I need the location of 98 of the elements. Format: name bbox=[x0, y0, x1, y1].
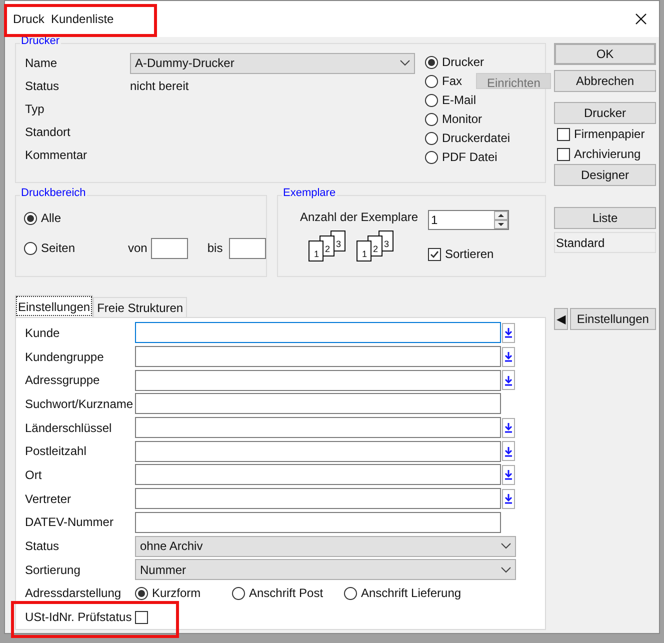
download-arrow-icon bbox=[504, 374, 513, 386]
field-label: Ort bbox=[25, 466, 43, 484]
download-arrow-icon bbox=[504, 422, 513, 434]
radio-label: Seiten bbox=[41, 240, 76, 257]
radio-button[interactable] bbox=[24, 212, 37, 224]
printer-button[interactable]: Drucker bbox=[554, 102, 656, 124]
tab[interactable]: Freie Strukturen bbox=[93, 297, 188, 317]
text-field[interactable] bbox=[135, 322, 501, 344]
tab[interactable]: Einstellungen bbox=[15, 295, 94, 317]
ok-button[interactable]: OK bbox=[554, 43, 656, 65]
lookup-button[interactable] bbox=[502, 322, 515, 343]
checkbox-label: Firmenpapier bbox=[574, 126, 645, 143]
radio-button[interactable] bbox=[425, 112, 438, 126]
field-label: Vertreter bbox=[25, 490, 72, 508]
text-field[interactable] bbox=[135, 346, 501, 368]
radio-label: Anschrift Lieferung bbox=[361, 585, 462, 602]
radio-button[interactable] bbox=[425, 150, 438, 164]
radio-button[interactable] bbox=[425, 56, 438, 68]
list-button[interactable]: Liste bbox=[554, 207, 656, 229]
chevron-down-icon bbox=[501, 543, 511, 550]
from-field[interactable] bbox=[151, 238, 188, 258]
field-label: Status bbox=[25, 538, 60, 556]
to-field[interactable] bbox=[228, 238, 266, 258]
chevron-down-icon bbox=[501, 566, 511, 573]
field-label: USt-IdNr. Prüfstatus bbox=[25, 609, 133, 626]
radio-button[interactable] bbox=[24, 242, 37, 254]
field-label: Name bbox=[25, 55, 58, 72]
lookup-button[interactable] bbox=[502, 488, 515, 509]
field-label: Länderschlüssel bbox=[25, 420, 113, 437]
checkbox[interactable] bbox=[428, 248, 441, 260]
text-field[interactable] bbox=[135, 488, 501, 510]
lookup-button[interactable] bbox=[502, 464, 515, 485]
download-arrow-icon bbox=[504, 327, 513, 338]
field-label: Kundengruppe bbox=[25, 348, 105, 366]
download-arrow-icon bbox=[504, 493, 513, 504]
copies-label: Anzahl der Exemplare bbox=[300, 209, 420, 226]
text-field[interactable] bbox=[135, 370, 501, 391]
radio-label: Alle bbox=[41, 210, 62, 227]
field-label: DATEV-Nummer bbox=[25, 514, 114, 532]
window-title: Druck Kundenliste bbox=[13, 11, 114, 28]
text-field[interactable] bbox=[135, 440, 501, 462]
to-label: bis bbox=[207, 240, 223, 257]
checkbox-label: Archivierung bbox=[574, 146, 641, 163]
lookup-button[interactable] bbox=[502, 346, 515, 367]
group-legend: Druckbereich bbox=[20, 188, 87, 199]
group-legend: Drucker bbox=[20, 36, 61, 47]
radio-button[interactable] bbox=[344, 586, 357, 600]
close-icon[interactable] bbox=[635, 13, 647, 25]
radio-label: PDF Datei bbox=[442, 149, 498, 166]
lookup-button[interactable] bbox=[502, 418, 515, 438]
field-label: Sortierung bbox=[25, 562, 82, 579]
radio-label: Druckerdatei bbox=[442, 130, 510, 147]
settings-button[interactable]: Einstellungen bbox=[570, 308, 656, 330]
field-label: Status bbox=[25, 78, 60, 95]
printer-select[interactable]: A-Dummy-Drucker bbox=[130, 52, 415, 74]
radio-button[interactable] bbox=[425, 132, 438, 144]
download-arrow-icon bbox=[504, 446, 513, 457]
field-label: Kunde bbox=[25, 324, 61, 342]
list-field: Standard bbox=[554, 232, 656, 253]
field-label: Standort bbox=[25, 124, 72, 141]
collapse-button[interactable]: ◀ bbox=[554, 308, 568, 330]
radio-button[interactable] bbox=[425, 94, 438, 106]
lookup-button[interactable] bbox=[502, 370, 515, 390]
dropdown[interactable]: ohne Archiv bbox=[135, 536, 516, 557]
radio-label: E-Mail bbox=[442, 92, 476, 109]
text-field[interactable] bbox=[135, 464, 501, 486]
field-label: Typ bbox=[25, 101, 46, 118]
text-field[interactable] bbox=[135, 393, 501, 414]
checkbox-label: Sortieren bbox=[445, 246, 494, 263]
radio-label: Fax bbox=[442, 73, 462, 90]
checkbox[interactable] bbox=[557, 128, 570, 140]
designer-button[interactable]: Designer bbox=[554, 164, 656, 186]
radio-button[interactable] bbox=[135, 586, 148, 600]
checkbox[interactable] bbox=[557, 148, 570, 160]
field-label: Suchwort/Kurzname bbox=[25, 396, 134, 413]
lookup-button[interactable] bbox=[502, 441, 515, 462]
copies-spinner[interactable]: 1 bbox=[428, 210, 509, 230]
field-value: nicht bereit bbox=[130, 78, 189, 95]
radio-label: Drucker bbox=[442, 54, 484, 71]
field-label: Postleitzahl bbox=[25, 443, 88, 460]
text-field[interactable] bbox=[135, 417, 501, 438]
download-arrow-icon bbox=[504, 469, 513, 480]
radio-button[interactable] bbox=[425, 74, 438, 88]
download-arrow-icon bbox=[504, 351, 513, 362]
field-label: Kommentar bbox=[25, 147, 88, 164]
from-label: von bbox=[128, 240, 148, 257]
field-label: Adressgruppe bbox=[25, 372, 101, 390]
text-field[interactable] bbox=[135, 512, 501, 533]
cancel-button[interactable]: Abbrechen bbox=[554, 70, 656, 92]
radio-button[interactable] bbox=[232, 586, 245, 600]
radio-label: Monitor bbox=[442, 111, 482, 128]
radio-label: Kurzform bbox=[152, 585, 201, 602]
radio-label: Anschrift Post bbox=[249, 585, 324, 602]
chevron-down-icon bbox=[400, 60, 410, 66]
checkbox[interactable] bbox=[135, 610, 148, 624]
dropdown[interactable]: Nummer bbox=[135, 559, 516, 580]
group-legend: Exemplare bbox=[282, 188, 337, 199]
field-label: Adressdarstellung bbox=[25, 585, 122, 602]
